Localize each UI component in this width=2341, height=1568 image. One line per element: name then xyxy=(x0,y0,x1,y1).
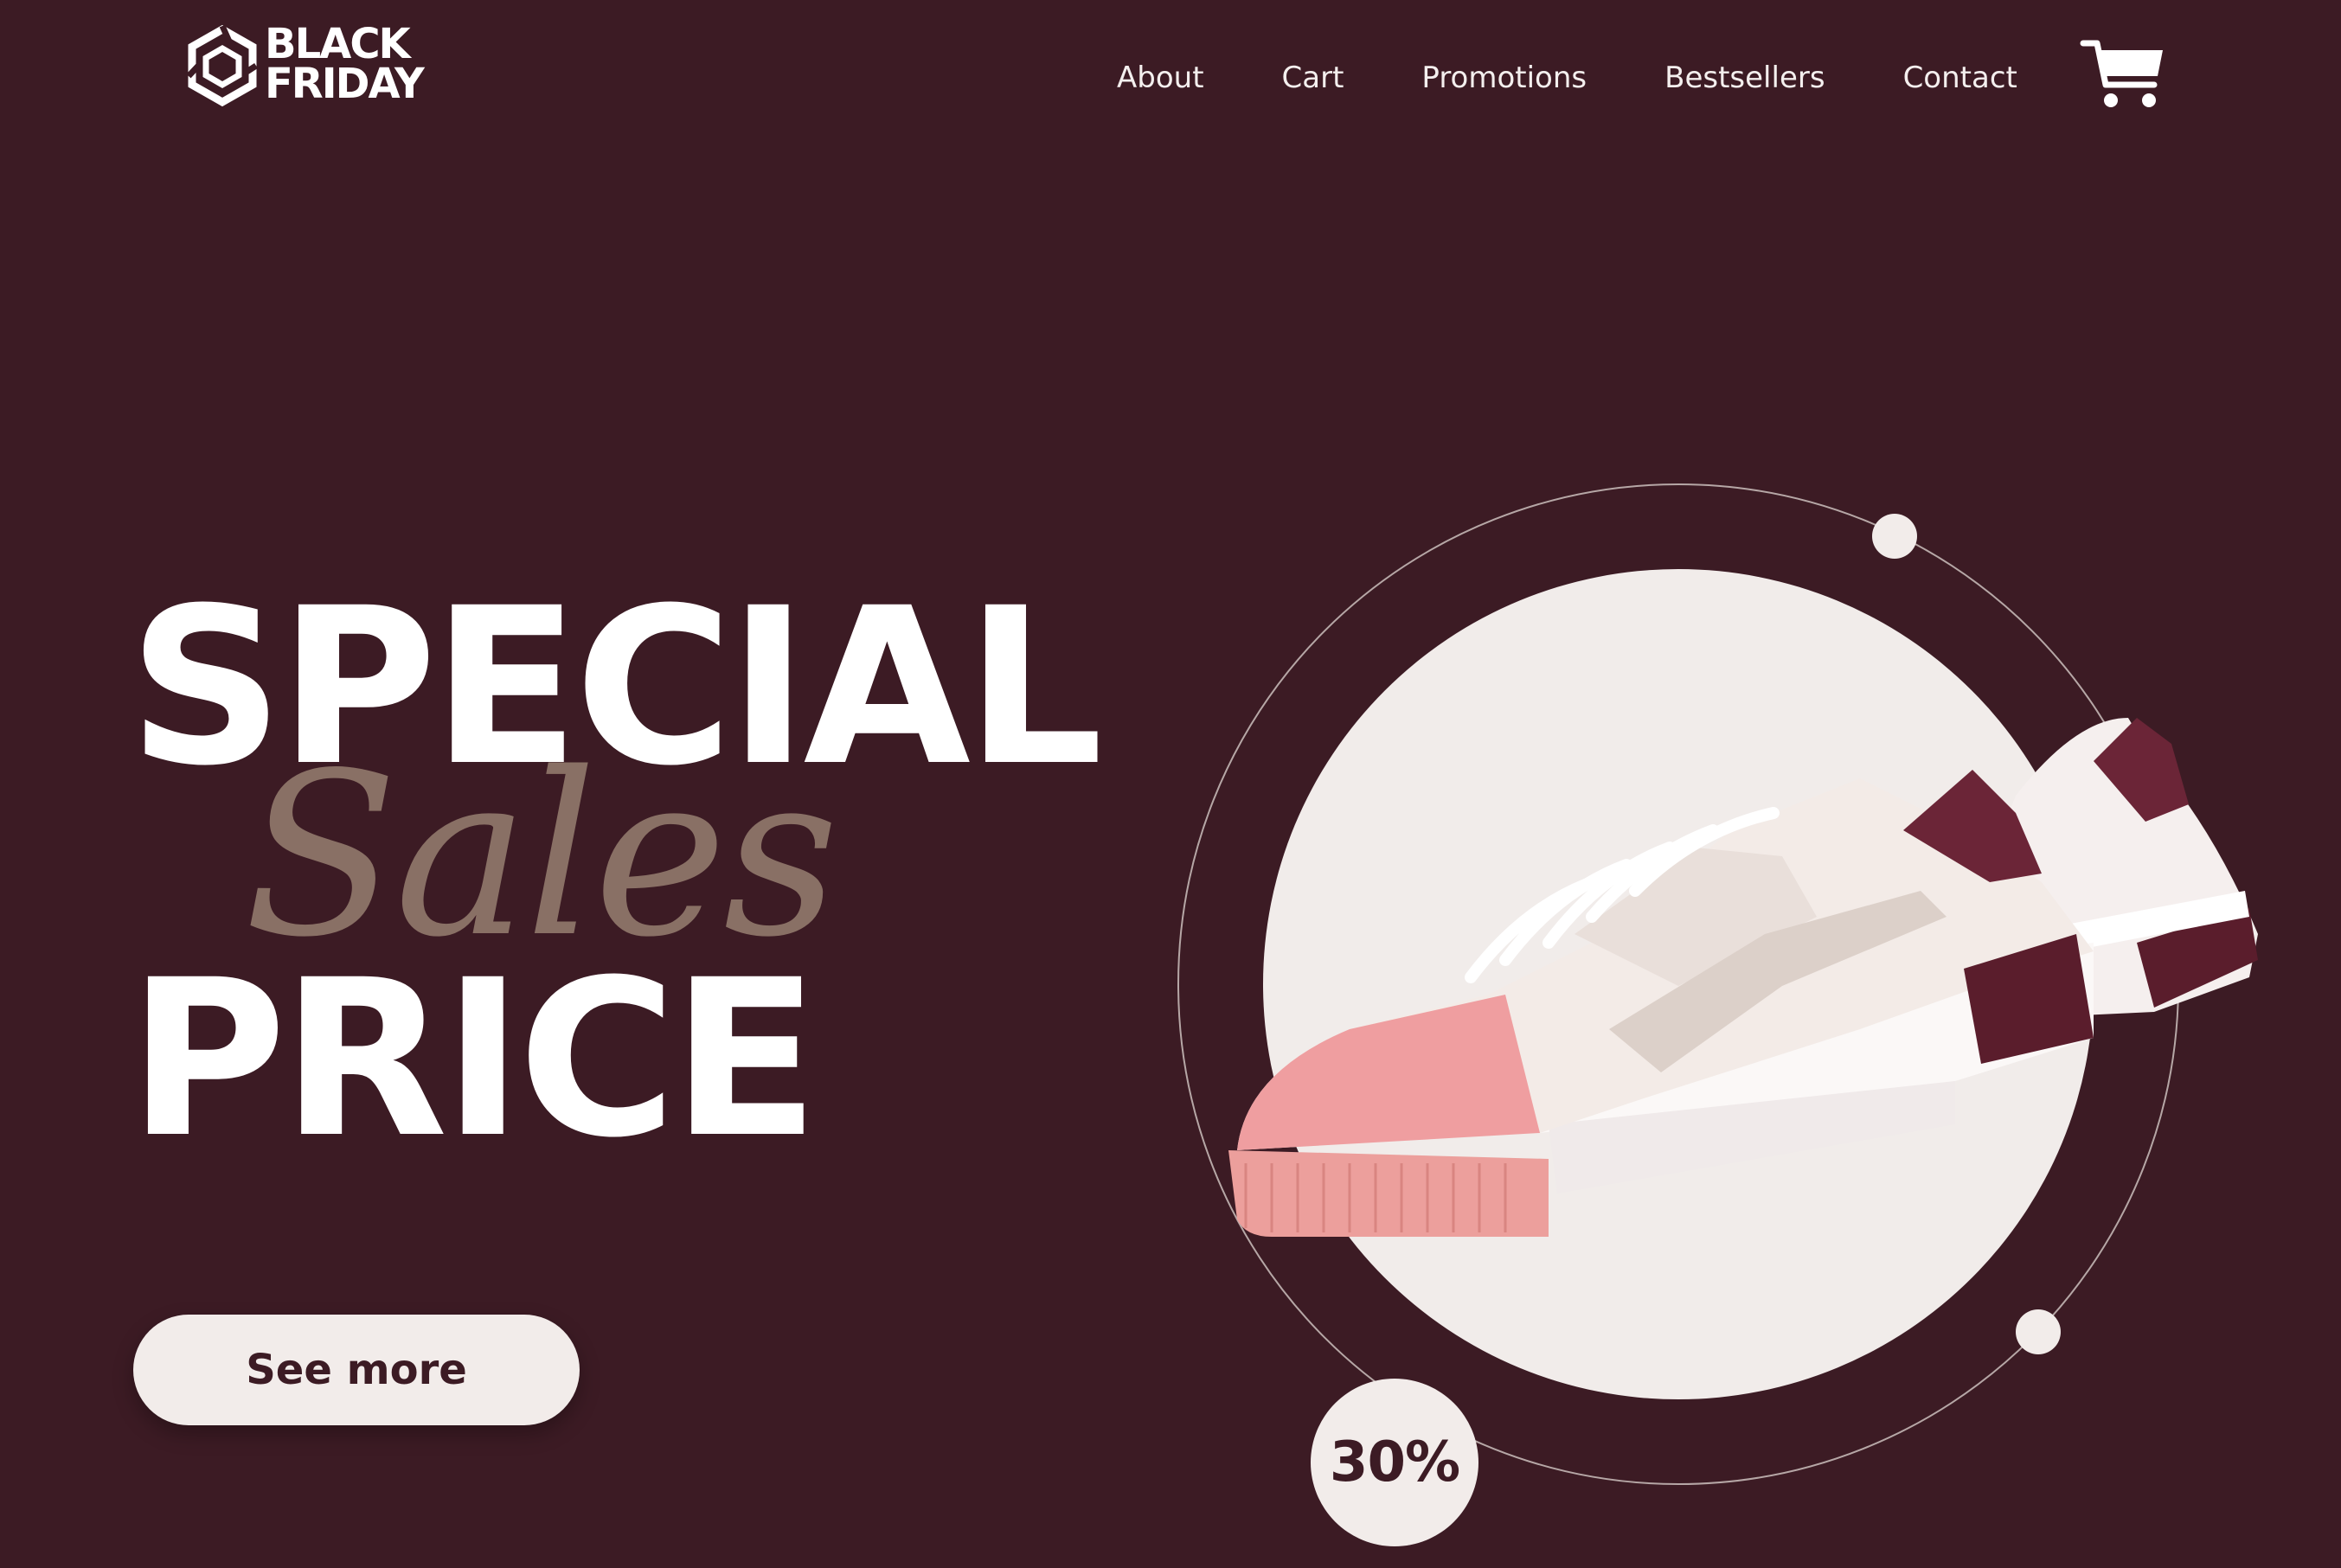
brand-wordmark: BLACK FRIDAY xyxy=(265,20,425,108)
brand-logo[interactable]: BLACK FRIDAY xyxy=(187,20,429,108)
orbit-ring xyxy=(1177,483,2179,1485)
site-header: BLACK FRIDAY About Cart Promotions Bests… xyxy=(0,0,2341,156)
cart-button[interactable] xyxy=(2080,36,2166,114)
shopping-cart-icon xyxy=(2080,40,2163,107)
nav-link-about[interactable]: About xyxy=(1117,61,1204,95)
main-nav: About Cart Promotions Bestsellers Contac… xyxy=(1117,54,2017,102)
discount-badge: 30% xyxy=(1311,1379,1478,1546)
see-more-button[interactable]: See more xyxy=(133,1315,580,1425)
hexagon-logo-icon xyxy=(187,24,258,107)
nav-link-cart[interactable]: Cart xyxy=(1282,61,1344,95)
brand-line-2: FRIDAY xyxy=(265,60,425,108)
nav-link-contact[interactable]: Contact xyxy=(1903,61,2017,95)
nav-link-promotions[interactable]: Promotions xyxy=(1421,61,1587,95)
sneaker-image xyxy=(1228,718,2258,1237)
orbit-dot-top xyxy=(1872,514,1917,559)
brand-line-1: BLACK xyxy=(265,20,411,68)
orbit-dot-bottom xyxy=(2016,1309,2061,1354)
nav-link-bestsellers[interactable]: Bestsellers xyxy=(1664,61,1825,95)
headline-sales-script: Sales xyxy=(244,726,839,987)
product-backdrop-circle xyxy=(1263,569,2094,1399)
